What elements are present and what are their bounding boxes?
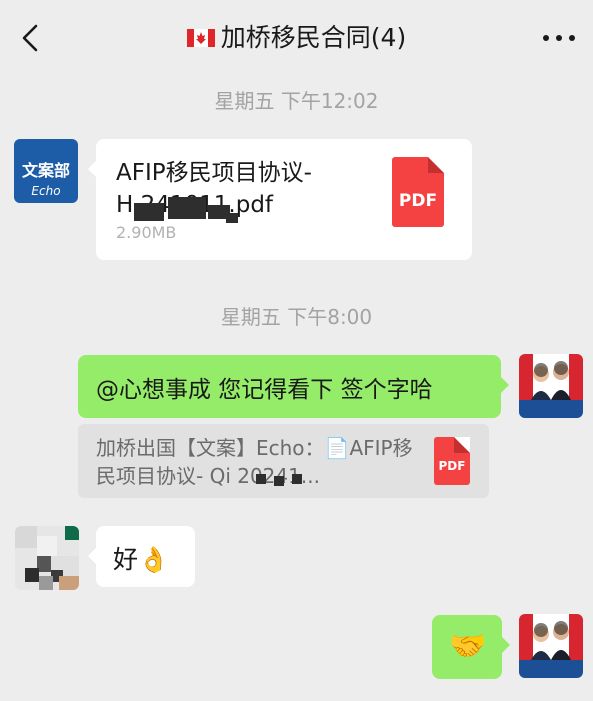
avatar-label: 文案部 [21, 161, 70, 180]
redaction-mosaic [134, 203, 164, 221]
avatar-self[interactable] [519, 614, 583, 678]
redaction-mosaic [274, 476, 284, 486]
avatar-sublabel: Echo [31, 184, 61, 198]
file-size: 2.90MB [116, 223, 177, 242]
handshake-emoji: 🤝 [449, 629, 487, 664]
outgoing-text-bubble[interactable]: @心想事成 您记得看下 签个字哈 [78, 355, 509, 418]
timestamp: 星期五 下午12:02 [214, 89, 379, 113]
incoming-text-bubble[interactable]: 好👌 [88, 526, 195, 587]
pdf-icon-label: PDF [398, 191, 438, 211]
file-message-bubble[interactable]: AFIP移民项目协议- H 241011.pdf 2.90MB PDF [88, 139, 472, 260]
quoted-message[interactable]: 加桥出国【文案】Echo：📄AFIP移 民项目协议- Qi 20241... P… [78, 424, 489, 498]
file-name-line1: AFIP移民项目协议- [116, 160, 312, 186]
chat-title-text: 加桥移民合同(4) [220, 23, 407, 52]
timestamp: 星期五 下午8:00 [220, 305, 373, 329]
redaction-mosaic [292, 474, 302, 484]
redaction-mosaic [226, 213, 238, 223]
redaction-mosaic [168, 197, 206, 219]
canada-flag-icon [186, 29, 215, 47]
chat-title: 加桥移民合同(4) [0, 0, 593, 76]
avatar-photo [519, 614, 583, 678]
avatar-wenanbu[interactable]: 文案部 Echo [14, 139, 78, 203]
chat-header: 加桥移民合同(4) [0, 0, 593, 76]
pdf-file-icon: PDF [434, 437, 470, 485]
avatar-xinxiangshicheng[interactable] [15, 526, 79, 590]
outgoing-emoji-bubble[interactable]: 🤝 [432, 615, 510, 679]
pdf-icon-label: PDF [438, 459, 466, 473]
quote-line1: 加桥出国【文案】Echo：📄AFIP移 [96, 436, 413, 460]
avatar-self[interactable] [519, 354, 583, 418]
pdf-file-icon: PDF [392, 157, 444, 227]
more-dots-icon[interactable] [539, 28, 579, 48]
redaction-mosaic [256, 474, 266, 484]
message-text: @心想事成 您记得看下 签个字哈 [96, 377, 433, 403]
message-text: 好👌 [113, 545, 170, 574]
avatar-photo [519, 354, 583, 418]
avatar-photo [15, 526, 79, 590]
